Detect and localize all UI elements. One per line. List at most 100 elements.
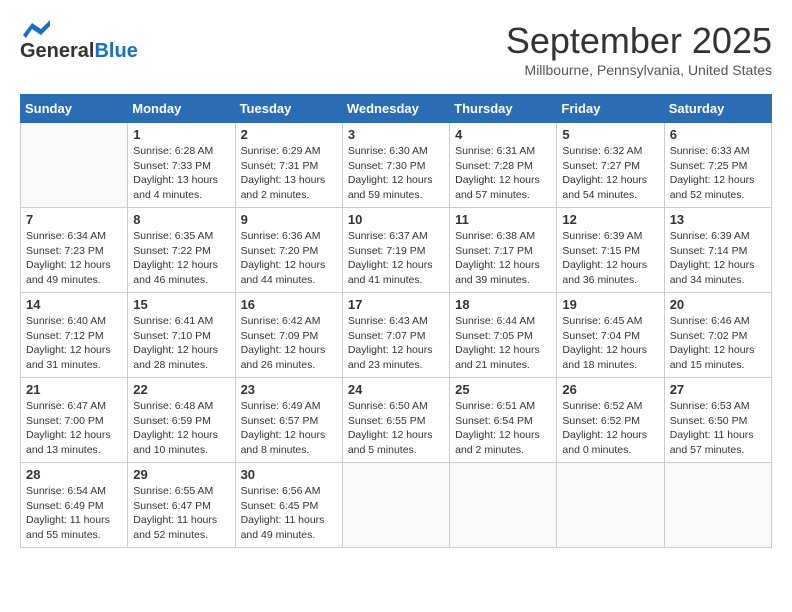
calendar-cell: 14 Sunrise: 6:40 AMSunset: 7:12 PMDayligh… [21, 293, 128, 378]
day-number: 30 [241, 467, 337, 482]
calendar-cell: 19 Sunrise: 6:45 AMSunset: 7:04 PMDayligh… [557, 293, 664, 378]
day-number: 17 [348, 297, 444, 312]
week-row: 1 Sunrise: 6:28 AMSunset: 7:33 PMDaylight… [21, 123, 772, 208]
day-number: 3 [348, 127, 444, 142]
month-title: September 2025 [506, 20, 772, 62]
weekday-header: Saturday [664, 95, 771, 123]
calendar-cell: 24 Sunrise: 6:50 AMSunset: 6:55 PMDayligh… [342, 378, 449, 463]
calendar-cell: 30 Sunrise: 6:56 AMSunset: 6:45 PMDayligh… [235, 463, 342, 548]
week-row: 21 Sunrise: 6:47 AMSunset: 7:00 PMDayligh… [21, 378, 772, 463]
day-number: 7 [26, 212, 122, 227]
calendar-cell: 5 Sunrise: 6:32 AMSunset: 7:27 PMDaylight… [557, 123, 664, 208]
calendar-cell: 16Sunrise: 6:42 AMSunset: 7:09 PMDayligh… [235, 293, 342, 378]
day-info: Sunrise: 6:37 AMSunset: 7:19 PMDaylight:… [348, 229, 444, 288]
day-info: Sunrise: 6:49 AMSunset: 6:57 PMDaylight:… [241, 399, 337, 458]
day-info: Sunrise: 6:47 AMSunset: 7:00 PMDaylight:… [26, 399, 122, 458]
day-number: 26 [562, 382, 658, 397]
calendar-cell: 29Sunrise: 6:55 AMSunset: 6:47 PMDayligh… [128, 463, 235, 548]
weekday-header-row: SundayMondayTuesdayWednesdayThursdayFrid… [21, 95, 772, 123]
day-number: 13 [670, 212, 766, 227]
calendar-cell: 27Sunrise: 6:53 AMSunset: 6:50 PMDayligh… [664, 378, 771, 463]
calendar-cell: 20 Sunrise: 6:46 AMSunset: 7:02 PMDayligh… [664, 293, 771, 378]
day-info: Sunrise: 6:52 AMSunset: 6:52 PMDaylight:… [562, 399, 658, 458]
calendar-cell: 15 Sunrise: 6:41 AMSunset: 7:10 PMDayligh… [128, 293, 235, 378]
day-info: Sunrise: 6:41 AMSunset: 7:10 PMDaylight:… [133, 314, 229, 373]
calendar-cell: 9Sunrise: 6:36 AMSunset: 7:20 PMDaylight… [235, 208, 342, 293]
day-number: 11 [455, 212, 551, 227]
day-number: 12 [562, 212, 658, 227]
calendar-cell [450, 463, 557, 548]
day-number: 25 [455, 382, 551, 397]
day-info: Sunrise: 6:31 AMSunset: 7:28 PMDaylight:… [455, 144, 551, 203]
day-info: Sunrise: 6:53 AMSunset: 6:50 PMDaylight:… [670, 399, 766, 458]
day-info: Sunrise: 6:32 AMSunset: 7:27 PMDaylight:… [562, 144, 658, 203]
day-number: 22 [133, 382, 229, 397]
day-number: 6 [670, 127, 766, 142]
logo-general: General [20, 40, 94, 63]
calendar-cell: 2Sunrise: 6:29 AMSunset: 7:31 PMDaylight… [235, 123, 342, 208]
day-number: 21 [26, 382, 122, 397]
day-number: 15 [133, 297, 229, 312]
calendar-cell [664, 463, 771, 548]
day-info: Sunrise: 6:33 AMSunset: 7:25 PMDaylight:… [670, 144, 766, 203]
calendar-cell [342, 463, 449, 548]
day-number: 8 [133, 212, 229, 227]
day-info: Sunrise: 6:34 AMSunset: 7:23 PMDaylight:… [26, 229, 122, 288]
day-info: Sunrise: 6:51 AMSunset: 6:54 PMDaylight:… [455, 399, 551, 458]
calendar-cell: 3 Sunrise: 6:30 AMSunset: 7:30 PMDaylight… [342, 123, 449, 208]
week-row: 14 Sunrise: 6:40 AMSunset: 7:12 PMDayligh… [21, 293, 772, 378]
calendar-cell: 18Sunrise: 6:44 AMSunset: 7:05 PMDayligh… [450, 293, 557, 378]
day-info: Sunrise: 6:46 AMSunset: 7:02 PMDaylight:… [670, 314, 766, 373]
week-row: 7 Sunrise: 6:34 AMSunset: 7:23 PMDaylight… [21, 208, 772, 293]
calendar-cell: 7 Sunrise: 6:34 AMSunset: 7:23 PMDaylight… [21, 208, 128, 293]
day-number: 14 [26, 297, 122, 312]
day-info: Sunrise: 6:30 AMSunset: 7:30 PMDaylight:… [348, 144, 444, 203]
day-number: 4 [455, 127, 551, 142]
calendar-table: SundayMondayTuesdayWednesdayThursdayFrid… [20, 94, 772, 548]
day-info: Sunrise: 6:39 AMSunset: 7:14 PMDaylight:… [670, 229, 766, 288]
page-header: GeneralBlue September 2025 Millbourne, P… [20, 20, 772, 78]
day-info: Sunrise: 6:50 AMSunset: 6:55 PMDaylight:… [348, 399, 444, 458]
day-number: 10 [348, 212, 444, 227]
day-info: Sunrise: 6:48 AMSunset: 6:59 PMDaylight:… [133, 399, 229, 458]
day-info: Sunrise: 6:43 AMSunset: 7:07 PMDaylight:… [348, 314, 444, 373]
day-info: Sunrise: 6:28 AMSunset: 7:33 PMDaylight:… [133, 144, 229, 203]
calendar-cell: 6 Sunrise: 6:33 AMSunset: 7:25 PMDaylight… [664, 123, 771, 208]
day-number: 23 [241, 382, 337, 397]
calendar-cell: 1 Sunrise: 6:28 AMSunset: 7:33 PMDaylight… [128, 123, 235, 208]
location-text: Millbourne, Pennsylvania, United States [506, 62, 772, 78]
calendar-cell: 13 Sunrise: 6:39 AMSunset: 7:14 PMDayligh… [664, 208, 771, 293]
week-row: 28 Sunrise: 6:54 AMSunset: 6:49 PMDayligh… [21, 463, 772, 548]
calendar-cell: 26 Sunrise: 6:52 AMSunset: 6:52 PMDayligh… [557, 378, 664, 463]
day-number: 24 [348, 382, 444, 397]
day-number: 19 [562, 297, 658, 312]
weekday-header: Sunday [21, 95, 128, 123]
day-number: 28 [26, 467, 122, 482]
weekday-header: Friday [557, 95, 664, 123]
calendar-cell: 21 Sunrise: 6:47 AMSunset: 7:00 PMDayligh… [21, 378, 128, 463]
day-number: 20 [670, 297, 766, 312]
day-info: Sunrise: 6:55 AMSunset: 6:47 PMDaylight:… [133, 484, 229, 543]
day-info: Sunrise: 6:54 AMSunset: 6:49 PMDaylight:… [26, 484, 122, 543]
calendar-cell: 23 Sunrise: 6:49 AMSunset: 6:57 PMDayligh… [235, 378, 342, 463]
day-info: Sunrise: 6:36 AMSunset: 7:20 PMDaylight:… [241, 229, 337, 288]
logo-icon [20, 20, 50, 38]
weekday-header: Tuesday [235, 95, 342, 123]
day-info: Sunrise: 6:56 AMSunset: 6:45 PMDaylight:… [241, 484, 337, 543]
weekday-header: Wednesday [342, 95, 449, 123]
day-info: Sunrise: 6:38 AMSunset: 7:17 PMDaylight:… [455, 229, 551, 288]
title-block: September 2025 Millbourne, Pennsylvania,… [506, 20, 772, 78]
calendar-cell: 10 Sunrise: 6:37 AMSunset: 7:19 PMDayligh… [342, 208, 449, 293]
calendar-cell: 17 Sunrise: 6:43 AMSunset: 7:07 PMDayligh… [342, 293, 449, 378]
calendar-cell: 4 Sunrise: 6:31 AMSunset: 7:28 PMDaylight… [450, 123, 557, 208]
day-info: Sunrise: 6:42 AMSunset: 7:09 PMDaylight:… [241, 314, 337, 373]
calendar-cell: 25 Sunrise: 6:51 AMSunset: 6:54 PMDayligh… [450, 378, 557, 463]
day-number: 5 [562, 127, 658, 142]
day-info: Sunrise: 6:45 AMSunset: 7:04 PMDaylight:… [562, 314, 658, 373]
calendar-cell: 28 Sunrise: 6:54 AMSunset: 6:49 PMDayligh… [21, 463, 128, 548]
calendar-cell: 11 Sunrise: 6:38 AMSunset: 7:17 PMDayligh… [450, 208, 557, 293]
day-number: 1 [133, 127, 229, 142]
day-info: Sunrise: 6:40 AMSunset: 7:12 PMDaylight:… [26, 314, 122, 373]
weekday-header: Monday [128, 95, 235, 123]
day-number: 18 [455, 297, 551, 312]
